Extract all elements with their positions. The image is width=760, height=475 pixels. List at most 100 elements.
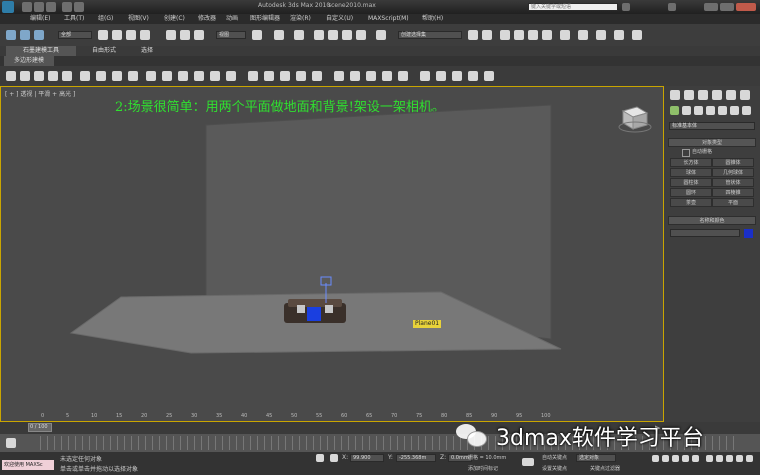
select-rotate-icon[interactable] <box>180 30 190 40</box>
layer-manager-icon[interactable] <box>500 30 510 40</box>
hide-selected-icon[interactable] <box>420 71 430 81</box>
menu-views[interactable]: 视图(V) <box>128 14 149 24</box>
pan-icon[interactable] <box>736 455 743 462</box>
absolute-mode-icon[interactable] <box>330 454 338 462</box>
utilities-panel-icon[interactable] <box>740 90 750 100</box>
ref-coord-dropdown[interactable]: 视图 <box>216 31 246 39</box>
zoom-all-icon[interactable] <box>716 455 723 462</box>
element-icon[interactable] <box>62 71 72 81</box>
polygon-modeling-tab[interactable]: 多边形建模 <box>4 56 54 66</box>
bridge-icon[interactable] <box>210 71 220 81</box>
tab-freeform[interactable]: 自由形式 <box>84 46 124 56</box>
swift-loop-icon[interactable] <box>264 71 274 81</box>
systems-icon[interactable] <box>742 106 751 115</box>
named-selection-dropdown[interactable]: 创建选择集 <box>398 31 462 39</box>
tab-graphite-modeling[interactable]: 石墨建模工具 <box>6 46 76 56</box>
zoom-extents-icon[interactable] <box>726 455 733 462</box>
teapot-button[interactable]: 茶壶 <box>670 198 712 207</box>
save-file-icon[interactable] <box>46 2 56 12</box>
angle-snap-icon[interactable] <box>328 30 338 40</box>
rendered-frame-icon[interactable] <box>596 30 606 40</box>
orbit-icon[interactable] <box>746 455 753 462</box>
help-icon[interactable] <box>668 3 676 11</box>
schematic-view-icon[interactable] <box>542 30 552 40</box>
redo-icon[interactable] <box>74 2 84 12</box>
modify-panel-icon[interactable] <box>684 90 694 100</box>
pyramid-button[interactable]: 四棱锥 <box>712 188 754 197</box>
remove-icon[interactable] <box>296 71 306 81</box>
vertex-icon[interactable] <box>6 71 16 81</box>
inset-icon[interactable] <box>178 71 188 81</box>
search-input[interactable]: 键入关键字或短语 <box>528 3 618 11</box>
selection-region-icon[interactable] <box>126 30 136 40</box>
select-ring-icon[interactable] <box>96 71 106 81</box>
add-time-tag[interactable]: 添加时间标记 <box>468 465 498 472</box>
cameras-icon[interactable] <box>706 106 715 115</box>
next-frame-icon[interactable] <box>682 455 689 462</box>
select-move-icon[interactable] <box>166 30 176 40</box>
material-editor-icon[interactable] <box>560 30 570 40</box>
geosphere-button[interactable]: 几何球体 <box>712 168 754 177</box>
grow-icon[interactable] <box>112 71 122 81</box>
show-cage-icon[interactable] <box>468 71 478 81</box>
y-coordinate-field[interactable]: -255.368m <box>396 454 436 462</box>
tab-selection[interactable]: 选择 <box>132 46 162 56</box>
menu-modifiers[interactable]: 修改器 <box>198 14 216 24</box>
cylinder-button[interactable]: 圆柱体 <box>670 178 712 187</box>
prev-frame-icon[interactable] <box>662 455 669 462</box>
graphite-tools-icon[interactable] <box>514 30 524 40</box>
sphere-button[interactable]: 球体 <box>670 168 712 177</box>
new-file-icon[interactable] <box>22 2 32 12</box>
maximize-icon[interactable] <box>720 3 734 11</box>
curve-editor-icon[interactable] <box>528 30 538 40</box>
percent-snap-icon[interactable] <box>342 30 352 40</box>
relax-icon[interactable] <box>366 71 376 81</box>
select-by-name-icon[interactable] <box>112 30 122 40</box>
viewcube-icon[interactable] <box>618 106 652 133</box>
chamfer-icon[interactable] <box>194 71 204 81</box>
hierarchy-panel-icon[interactable] <box>698 90 708 100</box>
display-panel-icon[interactable] <box>726 90 736 100</box>
unlink-icon[interactable] <box>20 30 30 40</box>
tube-button[interactable]: 管状体 <box>712 178 754 187</box>
zoom-icon[interactable] <box>706 455 713 462</box>
link-icon[interactable] <box>6 30 16 40</box>
play-icon[interactable] <box>672 455 679 462</box>
select-object-icon[interactable] <box>98 30 108 40</box>
align-view-icon[interactable] <box>398 71 408 81</box>
cut-icon[interactable] <box>248 71 258 81</box>
key-filters-button[interactable]: 关键点过滤器 <box>590 465 620 472</box>
select-loop-icon[interactable] <box>80 71 90 81</box>
mirror-icon[interactable] <box>468 30 478 40</box>
object-type-rollout[interactable]: 对象类型 <box>668 138 756 147</box>
border-icon[interactable] <box>34 71 44 81</box>
torus-button[interactable]: 圆环 <box>670 188 712 197</box>
bind-space-warp-icon[interactable] <box>34 30 44 40</box>
menu-edit[interactable]: 编辑(E) <box>30 14 50 24</box>
close-icon[interactable] <box>736 3 756 11</box>
make-planar-icon[interactable] <box>382 71 392 81</box>
spinner-snap-icon[interactable] <box>356 30 366 40</box>
properties-icon[interactable] <box>452 71 462 81</box>
extrude-icon[interactable] <box>146 71 156 81</box>
geometry-icon[interactable] <box>670 106 679 115</box>
maxscript-listener[interactable]: 欢迎使用 MAXSc <box>2 460 54 470</box>
cap-icon[interactable] <box>312 71 322 81</box>
name-color-rollout[interactable]: 名称和颜色 <box>668 216 756 225</box>
polygon-icon[interactable] <box>48 71 58 81</box>
object-name-field[interactable] <box>670 229 740 237</box>
select-manipulate-icon[interactable] <box>274 30 284 40</box>
box-button[interactable]: 长方体 <box>670 158 712 167</box>
sofa-object[interactable] <box>284 299 346 323</box>
selection-filter-dropdown[interactable]: 全部 <box>58 31 92 39</box>
autogrid-checkbox[interactable] <box>682 149 690 157</box>
menu-customize[interactable]: 自定义(U) <box>326 14 353 24</box>
menu-group[interactable]: 组(G) <box>98 14 113 24</box>
mini-curve-editor-icon[interactable] <box>6 438 16 448</box>
unhide-all-icon[interactable] <box>436 71 446 81</box>
helpers-icon[interactable] <box>718 106 727 115</box>
cone-button[interactable]: 圆锥体 <box>712 158 754 167</box>
teapot-render-icon[interactable] <box>632 30 642 40</box>
go-to-start-icon[interactable] <box>652 455 659 462</box>
menu-create[interactable]: 创建(C) <box>164 14 185 24</box>
